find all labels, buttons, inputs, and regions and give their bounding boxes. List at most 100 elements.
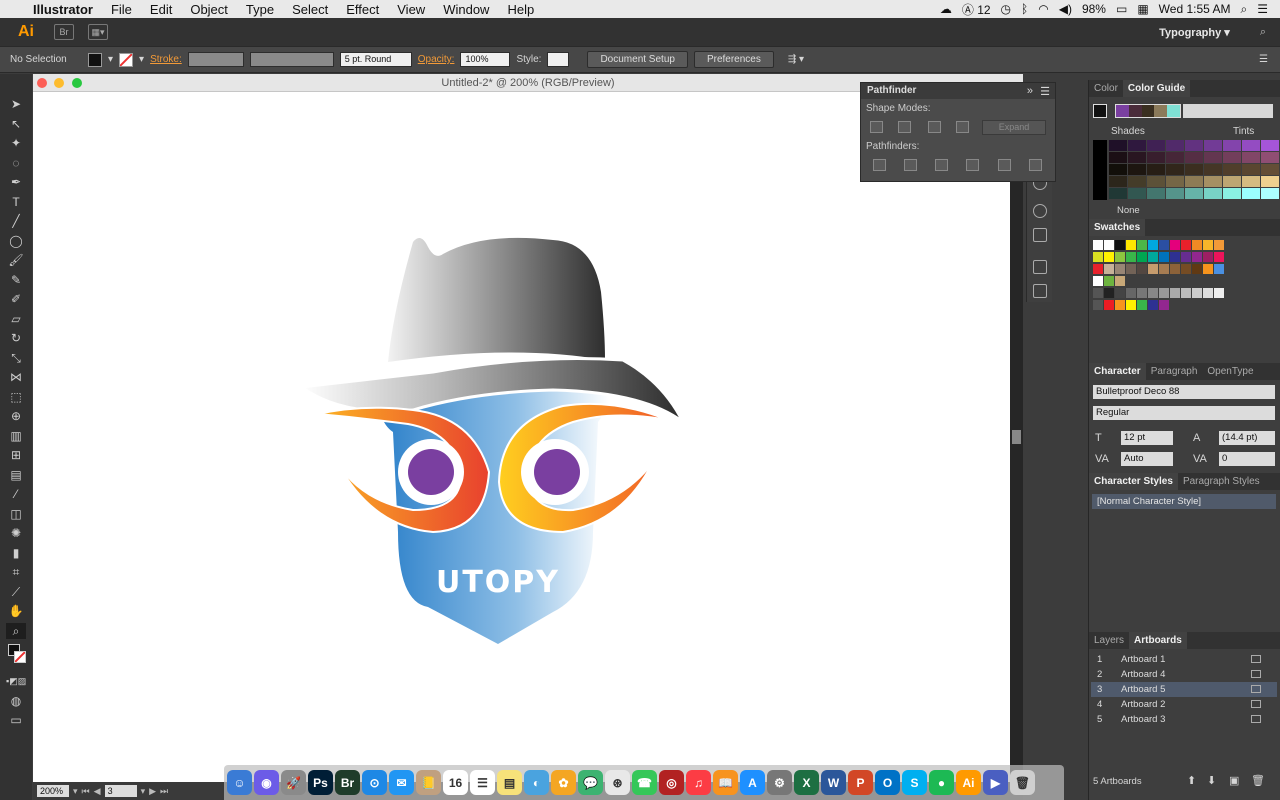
merge-icon[interactable] [935,159,948,171]
artboard-options-icon[interactable] [1251,670,1261,678]
color-variations-grid[interactable] [1093,140,1279,202]
minus-back-icon[interactable] [1029,159,1042,171]
workspace-switcher[interactable]: Typography ▾ [1159,26,1230,39]
color-variation-cell[interactable] [1166,164,1184,175]
dock-app-store-icon[interactable]: A [740,770,765,795]
notification-center-icon[interactable]: ☰ [1257,2,1268,16]
zoom-dropdown-icon[interactable]: ▾ [73,786,78,797]
crop-icon[interactable] [966,159,979,171]
dock-skype-icon[interactable]: S [902,770,927,795]
menu-edit[interactable]: Edit [141,2,181,17]
swatch[interactable] [1203,240,1213,250]
dock-system-preferences-icon[interactable]: ⚙ [767,770,792,795]
color-variation-cell[interactable] [1185,176,1203,187]
stroke-label[interactable]: Stroke: [150,54,182,65]
bluetooth-icon[interactable]: ᛒ [1021,2,1028,16]
rotate-tool-icon[interactable]: ↻ [6,330,26,347]
close-window-button[interactable] [37,78,47,88]
color-variation-cell[interactable] [1223,164,1241,175]
swatch[interactable] [1148,300,1158,310]
swatch[interactable] [1170,264,1180,274]
color-variation-cell[interactable] [1185,140,1203,151]
color-variation-cell[interactable] [1223,152,1241,163]
panel-menu-icon[interactable]: ☰ [1259,54,1268,65]
color-variation-cell[interactable] [1223,188,1241,199]
dock-photo-booth-icon[interactable]: ◎ [659,770,684,795]
menu-object[interactable]: Object [181,2,237,17]
swatch[interactable] [1192,264,1202,274]
magic-wand-tool-icon[interactable]: ✦ [6,135,26,152]
dock-contacts-icon[interactable]: 📒 [416,770,441,795]
swatch[interactable] [1170,252,1180,262]
swatch[interactable] [1170,288,1180,298]
graphic-styles-icon[interactable] [1033,204,1047,218]
swatch[interactable] [1093,264,1103,274]
font-family-dropdown[interactable]: Bulletproof Deco 88 [1093,385,1275,399]
swatch[interactable] [1214,288,1224,298]
color-variation-cell[interactable] [1242,152,1260,163]
exclude-icon[interactable] [956,121,969,133]
swatch[interactable] [1148,240,1158,250]
color-variation-cell[interactable] [1242,188,1260,199]
color-variation-cell[interactable] [1109,176,1127,187]
column-graph-tool-icon[interactable]: ▮ [6,545,26,562]
clock[interactable]: Wed 1:55 AM [1159,2,1231,16]
color-variation-cell[interactable] [1223,140,1241,151]
variable-width-dropdown[interactable] [249,52,334,67]
move-up-icon[interactable]: ⬆ [1187,774,1196,787]
swatch[interactable] [1137,288,1147,298]
color-variation-cell[interactable] [1242,140,1260,151]
menu-help[interactable]: Help [498,2,543,17]
dock-notes-icon[interactable]: ▤ [497,770,522,795]
pen-tool-icon[interactable]: ✒ [6,174,26,191]
tracking-field[interactable]: 0 [1219,452,1275,466]
artboard-dropdown-icon[interactable]: ▾ [141,786,146,797]
color-variation-cell[interactable] [1204,152,1222,163]
swatch[interactable] [1148,264,1158,274]
zoom-level-field[interactable]: 200% [37,785,69,797]
color-variation-cell[interactable] [1261,140,1279,151]
swatch[interactable] [1126,300,1136,310]
swatch[interactable] [1093,288,1103,298]
free-transform-tool-icon[interactable]: ⬚ [6,389,26,406]
tab-paragraph[interactable]: Paragraph [1146,363,1203,380]
adobe-status-icon[interactable]: Ⓐ 12 [962,1,991,18]
artboard-row[interactable]: 1 Artboard 1 [1091,652,1277,667]
ellipse-tool-icon[interactable]: ◯ [6,233,26,250]
swatch[interactable] [1115,300,1125,310]
swatch[interactable] [1104,252,1114,262]
last-artboard-icon[interactable]: ⏭ [160,786,168,797]
fill-dropdown-icon[interactable]: ▾ [108,54,113,65]
tab-layers[interactable]: Layers [1089,632,1129,649]
leading-field[interactable]: (14.4 pt) [1219,431,1275,445]
swatch[interactable] [1126,240,1136,250]
swatch[interactable] [1126,264,1136,274]
swatch[interactable] [1181,252,1191,262]
color-variation-cell[interactable] [1166,140,1184,151]
delete-artboard-icon[interactable]: 🗑 [1251,774,1265,787]
swatch[interactable] [1115,276,1125,286]
swatch[interactable] [1126,288,1136,298]
harmony-rules-dropdown[interactable] [1183,104,1273,118]
color-variation-cell[interactable] [1128,176,1146,187]
artboard-row[interactable]: 2 Artboard 4 [1091,667,1277,682]
outline-icon[interactable] [998,159,1011,171]
font-size-field[interactable]: 12 pt [1121,431,1173,445]
paintbrush-tool-icon[interactable]: 🖌 [6,252,26,269]
color-variation-cell[interactable] [1147,140,1165,151]
color-variation-cell[interactable] [1166,152,1184,163]
tab-opentype[interactable]: OpenType [1202,363,1258,380]
swatch[interactable] [1115,240,1125,250]
previous-artboard-icon[interactable]: ◀ [94,786,101,797]
width-tool-icon[interactable]: ⋈ [6,369,26,386]
dock-safari-icon[interactable]: ⊙ [362,770,387,795]
swatch[interactable] [1159,264,1169,274]
menu-file[interactable]: File [102,2,141,17]
artboard-options-icon[interactable] [1251,685,1261,693]
swatch[interactable] [1115,264,1125,274]
swatch[interactable] [1192,240,1202,250]
opacity-field[interactable]: 100% [460,52,511,67]
swatch[interactable] [1181,240,1191,250]
swatch[interactable] [1093,252,1103,262]
blob-brush-tool-icon[interactable]: ✐ [6,291,26,308]
